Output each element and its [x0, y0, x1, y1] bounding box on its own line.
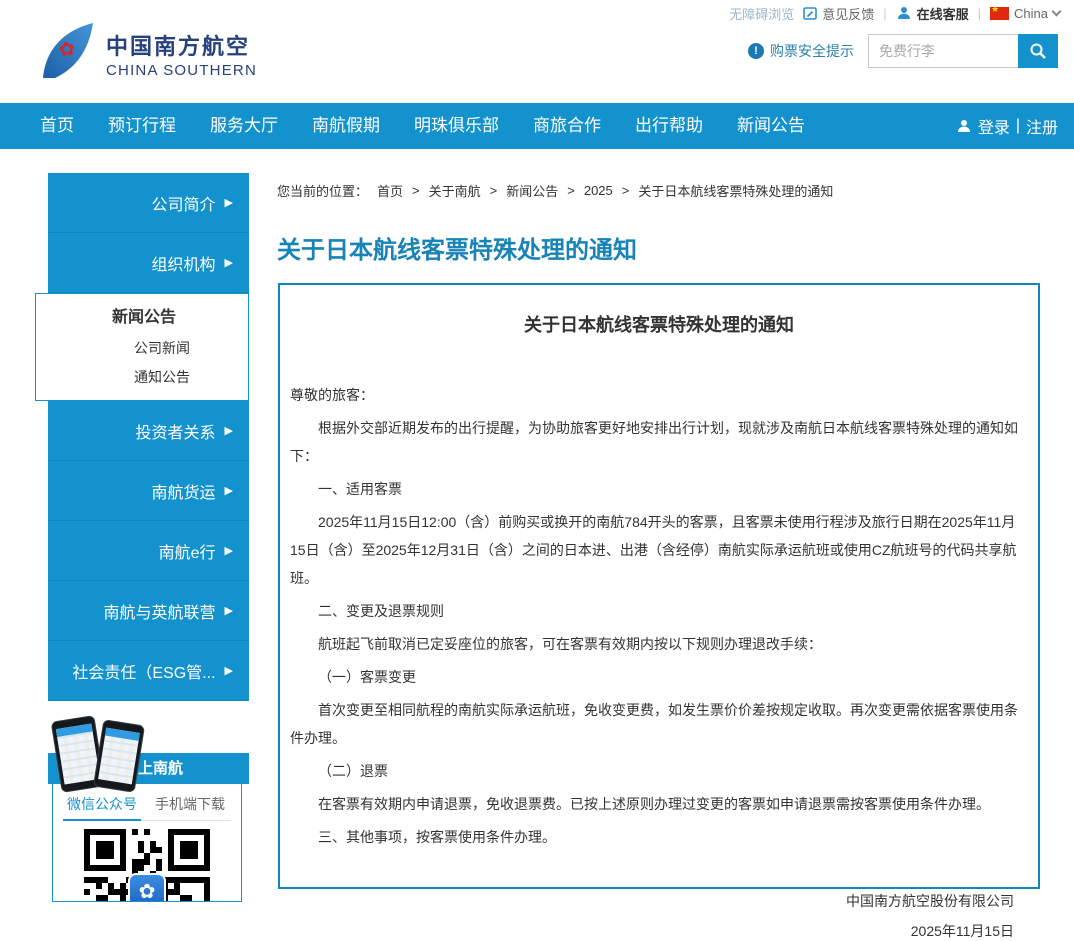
nav-item-holidays[interactable]: 南航假期	[295, 103, 397, 149]
nav-item-business-travel[interactable]: 商旅合作	[516, 103, 618, 149]
accessibility-link[interactable]: 无障碍浏览	[729, 4, 794, 23]
sidebar-item-label: 投资者关系	[136, 419, 216, 443]
customer-service-person-icon	[896, 5, 912, 21]
chevron-down-icon	[1052, 6, 1062, 16]
article-subsection-heading: （二）退票	[290, 757, 1028, 785]
article-subsection-heading: （一）客票变更	[290, 663, 1028, 691]
wechat-qr-code: ✿	[84, 829, 210, 902]
article-paragraph: 在客票有效期内申请退票，免收退票费。已按上述原则办理过变更的客票如申请退票需按客…	[290, 790, 1028, 818]
breadcrumb-prefix: 您当前的位置：	[277, 181, 368, 200]
feedback-label: 意见反馈	[822, 4, 874, 23]
sidebar-menu: 公司简介 ▶ 组织机构 ▶ 新闻公告 公司新闻 通知公告 投资者关系 ▶ 南航货…	[48, 173, 249, 701]
article-section-heading: 一、适用客票	[290, 475, 1028, 503]
sidebar-item-organization[interactable]: 组织机构 ▶	[48, 233, 249, 293]
feedback-form-icon	[803, 6, 817, 20]
login-link[interactable]: 登录	[978, 114, 1010, 138]
region-label: China	[1014, 6, 1048, 21]
article-title: 关于日本航线客票特殊处理的通知	[290, 311, 1028, 337]
arrow-right-icon: ▶	[225, 484, 233, 497]
arrow-right-icon: ▶	[225, 424, 233, 437]
topbar-divider: |	[883, 6, 886, 21]
auth-divider: |	[1016, 117, 1020, 135]
breadcrumb-home[interactable]: 首页	[377, 181, 403, 200]
arrow-right-icon: ▶	[225, 604, 233, 617]
nav-item-news[interactable]: 新闻公告	[720, 103, 822, 149]
mobile-app-phones-image	[54, 716, 158, 792]
arrow-right-icon: ▶	[225, 544, 233, 557]
ticket-safety-tip-link[interactable]: ! 购票安全提示	[748, 41, 854, 61]
breadcrumb-current-page: 关于日本航线客票特殊处理的通知	[638, 181, 833, 200]
main-navigation: 首页 预订行程 服务大厅 南航假期 明珠俱乐部 商旅合作 出行帮助 新闻公告 登…	[0, 103, 1074, 149]
breadcrumb-separator: >	[412, 183, 420, 198]
site-search	[868, 34, 1058, 68]
online-service-link[interactable]: 在线客服	[896, 4, 969, 23]
article-paragraph: 三、其他事项，按客票使用条件办理。	[290, 823, 1028, 851]
sidebar-item-label: 公司简介	[152, 191, 216, 215]
breadcrumb: 您当前的位置： 首页 > 关于南航 > 新闻公告 > 2025 > 关于日本航线…	[277, 181, 833, 200]
article-paragraph: 首次变更至相同航程的南航实际承运航班，免收变更费，如发生票价价差按规定收取。再次…	[290, 696, 1028, 752]
search-input[interactable]	[868, 34, 1018, 68]
sidebar-item-e-travel[interactable]: 南航e行 ▶	[48, 521, 249, 581]
breadcrumb-separator: >	[567, 183, 575, 198]
sidebar-item-label: 南航e行	[159, 539, 216, 563]
article-paragraph: 根据外交部近期发布的出行提醒，为协助旅客更好地安排出行计划，现就涉及南航日本航线…	[290, 414, 1028, 470]
sidebar-subitem-notices[interactable]: 通知公告	[36, 363, 248, 392]
nav-item-pearl-club[interactable]: 明珠俱乐部	[397, 103, 516, 149]
nav-item-service-hall[interactable]: 服务大厅	[193, 103, 295, 149]
sidebar-item-company-profile[interactable]: 公司简介 ▶	[48, 173, 249, 233]
article-signature: 中国南方航空股份有限公司	[290, 891, 1028, 911]
tail-fin-logo-icon: ✿	[36, 20, 96, 87]
arrow-right-icon: ▶	[225, 256, 233, 269]
register-link[interactable]: 注册	[1026, 114, 1058, 138]
sidebar-item-label: 南航货运	[152, 479, 216, 503]
sidebar-item-label: 社会责任（ESG管...	[72, 659, 215, 683]
safety-tip-label: 购票安全提示	[770, 41, 854, 61]
breadcrumb-about[interactable]: 关于南航	[429, 181, 481, 200]
app-logo-icon: ✿	[128, 873, 166, 902]
sidebar-active-news-panel: 新闻公告 公司新闻 通知公告	[35, 293, 249, 401]
page-title: 关于日本航线客票特殊处理的通知	[277, 230, 637, 265]
article-salutation: 尊敬的旅客：	[290, 381, 1028, 409]
sidebar-item-label: 组织机构	[152, 251, 216, 275]
breadcrumb-separator: >	[622, 183, 630, 198]
breadcrumb-news[interactable]: 新闻公告	[506, 181, 558, 200]
article-section-heading: 二、变更及退票规则	[290, 597, 1028, 625]
article-paragraph: 航班起飞前取消已定妥座位的旅客，可在客票有效期内按以下规则办理退改手续：	[290, 630, 1028, 658]
sidebar-item-ba-joint-venture[interactable]: 南航与英航联营 ▶	[48, 581, 249, 641]
notice-article: 关于日本航线客票特殊处理的通知 尊敬的旅客： 根据外交部近期发布的出行提醒，为协…	[278, 283, 1040, 889]
article-paragraph: 2025年11月15日12:00（含）前购买或换开的南航784开头的客票，且客票…	[290, 508, 1028, 592]
logo-english-name: CHINA SOUTHERN	[106, 62, 257, 79]
feedback-link[interactable]: 意见反馈	[803, 4, 874, 23]
sidebar-subitem-company-news[interactable]: 公司新闻	[36, 334, 248, 363]
tab-wechat-official-account[interactable]: 微信公众号	[63, 790, 141, 821]
sidebar-item-label: 南航与英航联营	[104, 599, 216, 623]
region-selector[interactable]: ★ China	[990, 6, 1060, 21]
login-person-icon	[956, 118, 972, 134]
sidebar-item-news-announcements[interactable]: 新闻公告	[36, 302, 248, 334]
search-button[interactable]	[1018, 34, 1058, 68]
arrow-right-icon: ▶	[225, 196, 233, 209]
info-icon: !	[748, 43, 764, 59]
nav-item-home[interactable]: 首页	[23, 103, 91, 149]
online-service-label: 在线客服	[917, 4, 969, 23]
site-header: ✿ 中国南方航空 CHINA SOUTHERN ! 购票安全提示	[0, 26, 1074, 103]
logo-chinese-name: 中国南方航空	[106, 29, 257, 61]
arrow-right-icon: ▶	[225, 664, 233, 677]
nav-item-booking[interactable]: 预订行程	[91, 103, 193, 149]
sidebar-item-esg[interactable]: 社会责任（ESG管... ▶	[48, 641, 249, 701]
breadcrumb-2025[interactable]: 2025	[584, 183, 613, 198]
article-date: 2025年11月15日	[290, 921, 1028, 941]
company-logo[interactable]: ✿ 中国南方航空 CHINA SOUTHERN	[36, 20, 257, 87]
sidebar-item-cargo[interactable]: 南航货运 ▶	[48, 461, 249, 521]
mobile-app-panel: 微信公众号 手机端下载 ✿	[52, 784, 242, 902]
topbar-divider: |	[978, 6, 981, 21]
china-flag-icon: ★	[990, 7, 1009, 20]
breadcrumb-separator: >	[490, 183, 498, 198]
sidebar-item-investor-relations[interactable]: 投资者关系 ▶	[48, 401, 249, 461]
search-icon	[1029, 42, 1047, 60]
tab-mobile-download[interactable]: 手机端下载	[151, 790, 229, 820]
nav-item-travel-help[interactable]: 出行帮助	[618, 103, 720, 149]
